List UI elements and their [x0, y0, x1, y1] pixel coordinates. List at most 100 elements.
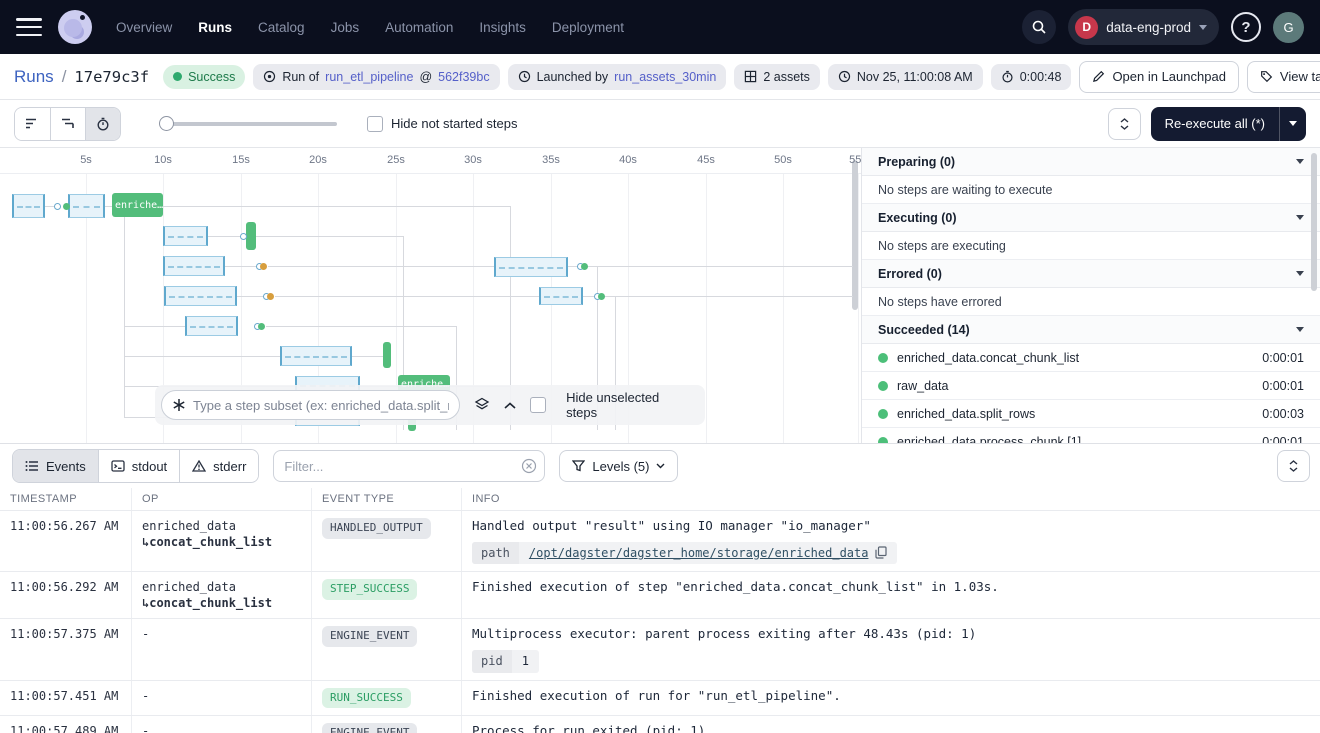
- step-row[interactable]: enriched_data.process_chunk [1] 0:00:01: [862, 428, 1320, 443]
- flatten-icon: [25, 117, 40, 130]
- nav-item-catalog[interactable]: Catalog: [258, 20, 305, 35]
- dagster-logo[interactable]: [58, 10, 92, 44]
- clock-icon: [518, 70, 531, 83]
- step-row[interactable]: enriched_data.split_rows 0:00:03: [862, 400, 1320, 428]
- gantt-step-box[interactable]: [12, 194, 45, 218]
- gantt-step-label[interactable]: enriche…: [112, 193, 163, 217]
- log-row[interactable]: 11:00:57.451 AM - RUN_SUCCESS Finished e…: [0, 680, 1320, 716]
- section-preparing[interactable]: Preparing (0): [862, 148, 1320, 176]
- log-event-type: HANDLED_OUTPUT: [312, 511, 462, 571]
- metadata-chip: pid 1: [472, 650, 539, 672]
- tab-events[interactable]: Events: [13, 450, 98, 482]
- chevron-up-icon[interactable]: [504, 402, 516, 409]
- log-scroll-button[interactable]: [1277, 450, 1310, 482]
- layers-icon[interactable]: [474, 397, 490, 413]
- step-subset-input[interactable]: [193, 398, 449, 413]
- slider-knob[interactable]: [159, 116, 174, 131]
- steps-panel-scrollbar[interactable]: [1311, 153, 1317, 291]
- gantt-chart[interactable]: 5s10s15s20s25s30s35s40s45s50s55senriche……: [0, 148, 862, 443]
- chevron-down-icon: [1289, 121, 1297, 126]
- hide-not-started-checkbox[interactable]: [367, 116, 383, 132]
- gantt-step-dot[interactable]: [267, 293, 274, 300]
- view-waterfall-button[interactable]: [50, 108, 85, 140]
- tab-stdout[interactable]: stdout: [98, 450, 179, 482]
- nav-item-runs[interactable]: Runs: [198, 20, 232, 35]
- view-tags-config-button[interactable]: View tags and config: [1247, 61, 1320, 93]
- clear-filter-icon[interactable]: [521, 458, 537, 474]
- zoom-slider[interactable]: [159, 116, 337, 132]
- step-row[interactable]: enriched_data.concat_chunk_list 0:00:01: [862, 344, 1320, 372]
- log-row[interactable]: 11:00:57.489 AM - ENGINE_EVENT Process f…: [0, 715, 1320, 733]
- user-avatar[interactable]: G: [1273, 12, 1304, 43]
- tag-duration[interactable]: 0:00:48: [991, 64, 1072, 90]
- nav-item-automation[interactable]: Automation: [385, 20, 453, 35]
- gantt-step-dot[interactable]: [260, 263, 267, 270]
- chevron-down-icon: [1289, 467, 1298, 472]
- open-in-launchpad-button[interactable]: Open in Launchpad: [1079, 61, 1238, 93]
- event-type-badge: ENGINE_EVENT: [322, 626, 417, 647]
- section-succeeded[interactable]: Succeeded (14): [862, 316, 1320, 344]
- log-filter-input[interactable]: [273, 450, 545, 482]
- gantt-step-box[interactable]: [185, 316, 238, 336]
- gantt-step-box[interactable]: [280, 346, 352, 366]
- workspace-switcher[interactable]: D data-eng-prod: [1068, 9, 1219, 45]
- gantt-axis-tick: 45s: [692, 154, 720, 166]
- section-executing[interactable]: Executing (0): [862, 204, 1320, 232]
- gantt-step-dot[interactable]: [258, 323, 265, 330]
- success-dot-icon: [878, 353, 888, 363]
- chevron-down-icon: [1296, 271, 1304, 276]
- schedule-link[interactable]: run_assets_30min: [614, 70, 716, 84]
- gantt-toolbar: Hide not started steps Re-execute all (*…: [0, 100, 1320, 148]
- tag-at-sep: @: [419, 70, 432, 84]
- gantt-step-box[interactable]: [163, 226, 208, 246]
- tab-stderr[interactable]: stderr: [179, 450, 258, 482]
- breadcrumb-runs-link[interactable]: Runs: [14, 67, 54, 87]
- gantt-step-box[interactable]: [68, 194, 105, 218]
- gantt-step-bar[interactable]: [246, 222, 256, 250]
- log-op: -: [132, 716, 312, 733]
- gantt-step-dot[interactable]: [63, 203, 70, 210]
- nav-item-deployment[interactable]: Deployment: [552, 20, 624, 35]
- view-flat-button[interactable]: [15, 108, 50, 140]
- step-row[interactable]: raw_data 0:00:01: [862, 372, 1320, 400]
- help-button[interactable]: ?: [1231, 12, 1261, 42]
- path-link[interactable]: /opt/dagster/dagster_home/storage/enrich…: [529, 545, 869, 561]
- tag-assets[interactable]: 2 assets: [734, 64, 820, 90]
- gantt-step-bar[interactable]: [383, 342, 391, 368]
- gantt-connector-line: [589, 266, 597, 267]
- commit-link[interactable]: 562f39bc: [438, 70, 489, 84]
- log-row[interactable]: 11:00:57.375 AM - ENGINE_EVENT Multiproc…: [0, 618, 1320, 679]
- tag-launched-by[interactable]: Launched by run_assets_30min: [508, 64, 727, 90]
- log-info: Finished execution of run for "run_etl_p…: [462, 681, 1320, 716]
- nav-item-overview[interactable]: Overview: [116, 20, 172, 35]
- reexecute-caret-button[interactable]: [1279, 107, 1306, 141]
- funnel-icon: [572, 460, 585, 472]
- job-name-link[interactable]: run_etl_pipeline: [325, 70, 413, 84]
- nav-item-insights[interactable]: Insights: [479, 20, 526, 35]
- gantt-gridline: [706, 174, 707, 443]
- view-timed-button[interactable]: [85, 108, 120, 140]
- hide-unselected-checkbox[interactable]: [530, 397, 546, 413]
- section-errored[interactable]: Errored (0): [862, 260, 1320, 288]
- gantt-step-dot[interactable]: [581, 263, 588, 270]
- log-row[interactable]: 11:00:56.292 AM enriched_data↳concat_chu…: [0, 571, 1320, 618]
- gantt-connector-line: [208, 236, 244, 237]
- gantt-step-box[interactable]: [163, 256, 225, 276]
- hamburger-menu-icon[interactable]: [16, 18, 42, 36]
- search-button[interactable]: [1022, 10, 1056, 44]
- nav-item-jobs[interactable]: Jobs: [331, 20, 360, 35]
- log-row[interactable]: 11:00:56.267 AM enriched_data↳concat_chu…: [0, 510, 1320, 571]
- levels-dropdown[interactable]: Levels (5): [559, 450, 678, 482]
- gantt-step-box[interactable]: [539, 287, 583, 305]
- log-info: Handled output "result" using IO manager…: [462, 511, 1320, 571]
- tab-stdout-label: stdout: [132, 459, 167, 474]
- gantt-step-box[interactable]: [164, 286, 237, 306]
- reexecute-all-button[interactable]: Re-execute all (*): [1151, 107, 1279, 141]
- gantt-step-box[interactable]: [494, 257, 568, 277]
- gantt-step-dot[interactable]: [598, 293, 605, 300]
- metadata-chip: path /opt/dagster/dagster_home/storage/e…: [472, 542, 897, 564]
- tag-run-of[interactable]: Run of run_etl_pipeline @ 562f39bc: [253, 64, 499, 90]
- expand-collapse-button[interactable]: [1108, 108, 1141, 140]
- copy-icon[interactable]: [875, 546, 887, 559]
- tag-datetime[interactable]: Nov 25, 11:00:08 AM: [828, 64, 983, 90]
